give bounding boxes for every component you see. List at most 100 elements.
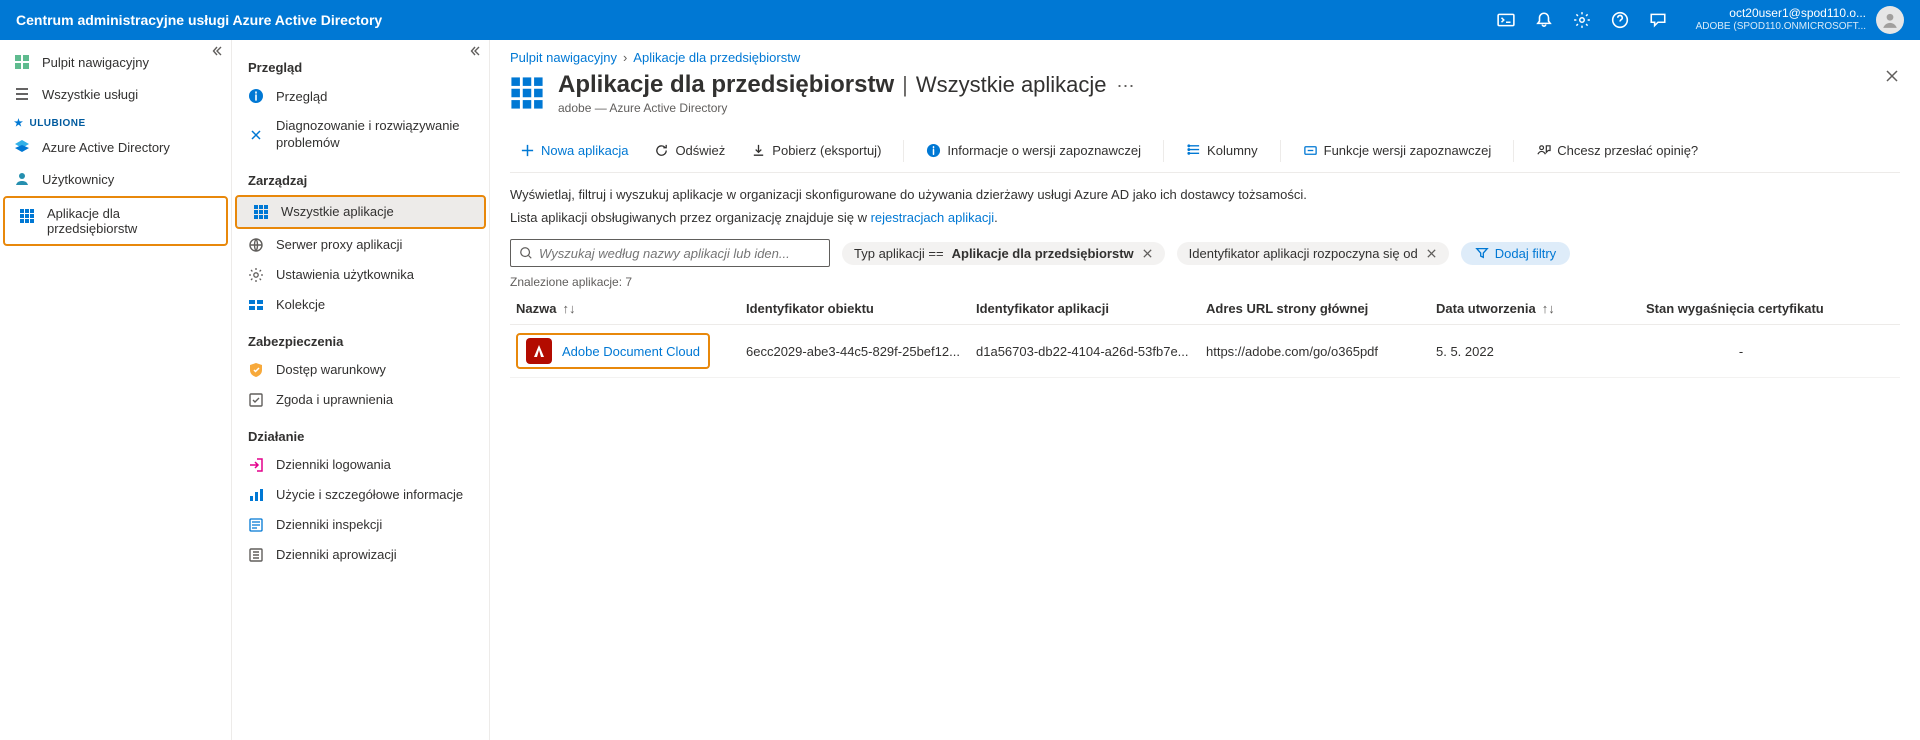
nav-enterprise-apps-label: Aplikacje dla przedsiębiorstw — [47, 206, 212, 236]
nav-aad[interactable]: Azure Active Directory — [0, 131, 231, 163]
topbar: Centrum administracyjne usługi Azure Act… — [0, 0, 1920, 40]
list-icon — [14, 86, 30, 102]
diagnose-icon — [248, 127, 264, 143]
nav-users[interactable]: Użytkownicy — [0, 163, 231, 195]
subnav-collapse-icon[interactable] — [469, 44, 481, 62]
new-app-button[interactable]: Nowa aplikacja — [510, 139, 638, 162]
nav-dashboard-label: Pulpit nawigacyjny — [42, 55, 149, 70]
nav-all-services-label: Wszystkie usługi — [42, 87, 138, 102]
user-email: oct20user1@spod110.o... — [1696, 7, 1866, 20]
cell-app-id: d1a56703-db22-4104-a26d-53fb7e... — [976, 344, 1206, 359]
primary-nav: Pulpit nawigacyjny Wszystkie usługi ★ UL… — [0, 40, 232, 740]
sort-icon[interactable]: ↑↓ — [562, 301, 575, 316]
app-name-link[interactable]: Adobe Document Cloud — [562, 344, 700, 359]
users-icon — [14, 171, 30, 187]
table-row[interactable]: Adobe Document Cloud 6ecc2029-abe3-44c5-… — [510, 325, 1900, 378]
sub-user-settings[interactable]: Ustawienia użytkownika — [232, 260, 489, 290]
refresh-button[interactable]: Odśwież — [644, 139, 735, 162]
adobe-icon — [526, 338, 552, 364]
sort-icon[interactable]: ↑↓ — [1542, 301, 1555, 316]
avatar[interactable] — [1876, 6, 1904, 34]
th-object-id[interactable]: Identyfikator obiektu — [746, 301, 976, 316]
filter-icon — [1475, 246, 1489, 260]
nav-dashboard[interactable]: Pulpit nawigacyjny — [0, 46, 231, 78]
info-icon — [248, 88, 264, 104]
breadcrumb-enterprise-apps[interactable]: Aplikacje dla przedsiębiorstw — [633, 50, 800, 65]
remove-filter-icon[interactable] — [1142, 248, 1153, 259]
cloud-shell-icon[interactable] — [1496, 10, 1516, 30]
topbar-title: Centrum administracyjne usługi Azure Act… — [16, 12, 382, 28]
topbar-user[interactable]: oct20user1@spod110.o... ADOBE (SPOD110.O… — [1696, 6, 1904, 34]
breadcrumb-dashboard[interactable]: Pulpit nawigacyjny — [510, 50, 617, 65]
chevron-right-icon: › — [623, 50, 627, 65]
preview-info-button[interactable]: Informacje o wersji zapoznawczej — [916, 139, 1151, 162]
remove-filter-icon[interactable] — [1426, 248, 1437, 259]
nav-enterprise-apps[interactable]: Aplikacje dla przedsiębiorstw — [3, 196, 228, 246]
cell-url: https://adobe.com/go/o365pdf — [1206, 344, 1436, 359]
sub-nav: Przegląd Przegląd Diagnozowanie i rozwią… — [232, 40, 490, 740]
usage-icon — [248, 487, 264, 503]
nav-collapse-icon[interactable] — [211, 44, 223, 62]
description-line2: Lista aplikacji obsługiwanych przez orga… — [510, 210, 1900, 225]
help-icon[interactable] — [1610, 10, 1630, 30]
cell-cert: - — [1646, 344, 1846, 359]
feedback-icon[interactable] — [1648, 10, 1668, 30]
download-button[interactable]: Pobierz (eksportuj) — [741, 139, 891, 162]
more-actions-icon[interactable]: ⋯ — [1117, 76, 1135, 97]
nav-all-services[interactable]: Wszystkie usługi — [0, 78, 231, 110]
apps-table: Nazwa↑↓ Identyfikator obiektu Identyfika… — [510, 293, 1900, 378]
result-count: Znalezione aplikacje: 7 — [510, 275, 1900, 289]
signin-icon — [248, 457, 264, 473]
sub-consent[interactable]: Zgoda i uprawnienia — [232, 385, 489, 415]
send-feedback-button[interactable]: Chcesz przesłać opinię? — [1526, 139, 1708, 162]
search-box[interactable] — [510, 239, 830, 267]
settings-icon[interactable] — [1572, 10, 1592, 30]
columns-button[interactable]: Kolumny — [1176, 139, 1268, 162]
add-filter-button[interactable]: Dodaj filtry — [1461, 242, 1570, 265]
topbar-user-text: oct20user1@spod110.o... ADOBE (SPOD110.O… — [1696, 7, 1866, 33]
nav-users-label: Użytkownicy — [42, 172, 114, 187]
sub-usage[interactable]: Użycie i szczegółowe informacje — [232, 480, 489, 510]
sub-activity-header: Działanie — [232, 415, 489, 450]
gear-icon — [248, 267, 264, 283]
sub-diagnose[interactable]: Diagnozowanie i rozwiązywanie problemów — [232, 111, 489, 159]
filter-pill-app-id[interactable]: Identyfikator aplikacji rozpoczyna się o… — [1177, 242, 1449, 265]
main-content: Pulpit nawigacyjny › Aplikacje dla przed… — [490, 40, 1920, 740]
th-cert[interactable]: Stan wygaśnięcia certyfikatu — [1646, 301, 1846, 316]
sub-app-proxy[interactable]: Serwer proxy aplikacji — [232, 230, 489, 260]
app-registrations-link[interactable]: rejestracjach aplikacji — [871, 210, 995, 225]
proxy-icon — [248, 237, 264, 253]
th-created[interactable]: Data utworzenia↑↓ — [1436, 301, 1646, 316]
apps-grid-icon — [19, 208, 35, 224]
sub-conditional-access[interactable]: Dostęp warunkowy — [232, 355, 489, 385]
sub-security-header: Zabezpieczenia — [232, 320, 489, 355]
sub-collections[interactable]: Kolekcje — [232, 290, 489, 320]
sub-all-apps[interactable]: Wszystkie aplikacje — [235, 195, 486, 229]
user-org: ADOBE (SPOD110.ONMICROSOFT... — [1696, 20, 1866, 33]
provisioning-icon — [248, 547, 264, 563]
sub-overview-header: Przegląd — [232, 46, 489, 81]
search-input[interactable] — [539, 246, 821, 261]
page-subtitle: adobe — Azure Active Directory — [558, 101, 1135, 115]
sub-audit[interactable]: Dzienniki inspekcji — [232, 510, 489, 540]
sub-provisioning[interactable]: Dzienniki aprowizacji — [232, 540, 489, 570]
close-blade-icon[interactable] — [1884, 68, 1900, 89]
audit-icon — [248, 517, 264, 533]
th-url[interactable]: Adres URL strony głównej — [1206, 301, 1436, 316]
th-name[interactable]: Nazwa↑↓ — [516, 301, 746, 316]
th-app-id[interactable]: Identyfikator aplikacji — [976, 301, 1206, 316]
consent-icon — [248, 392, 264, 408]
notifications-icon[interactable] — [1534, 10, 1554, 30]
breadcrumb: Pulpit nawigacyjny › Aplikacje dla przed… — [510, 50, 1900, 65]
nav-favorites-header: ★ ULUBIONE — [0, 110, 231, 131]
cell-object-id: 6ecc2029-abe3-44c5-829f-25bef12... — [746, 344, 976, 359]
description-line1: Wyświetlaj, filtruj i wyszukuj aplikacje… — [510, 187, 1900, 202]
page-title-sub: Wszystkie aplikacje — [916, 72, 1107, 98]
sub-overview[interactable]: Przegląd — [232, 81, 489, 111]
filter-pill-app-type[interactable]: Typ aplikacji == Aplikacje dla przedsięb… — [842, 242, 1165, 265]
sub-manage-header: Zarządzaj — [232, 159, 489, 194]
app-name-cell[interactable]: Adobe Document Cloud — [516, 333, 710, 369]
table-header: Nazwa↑↓ Identyfikator obiektu Identyfika… — [510, 293, 1900, 325]
sub-signins[interactable]: Dzienniki logowania — [232, 450, 489, 480]
preview-features-button[interactable]: Funkcje wersji zapoznawczej — [1293, 139, 1502, 162]
